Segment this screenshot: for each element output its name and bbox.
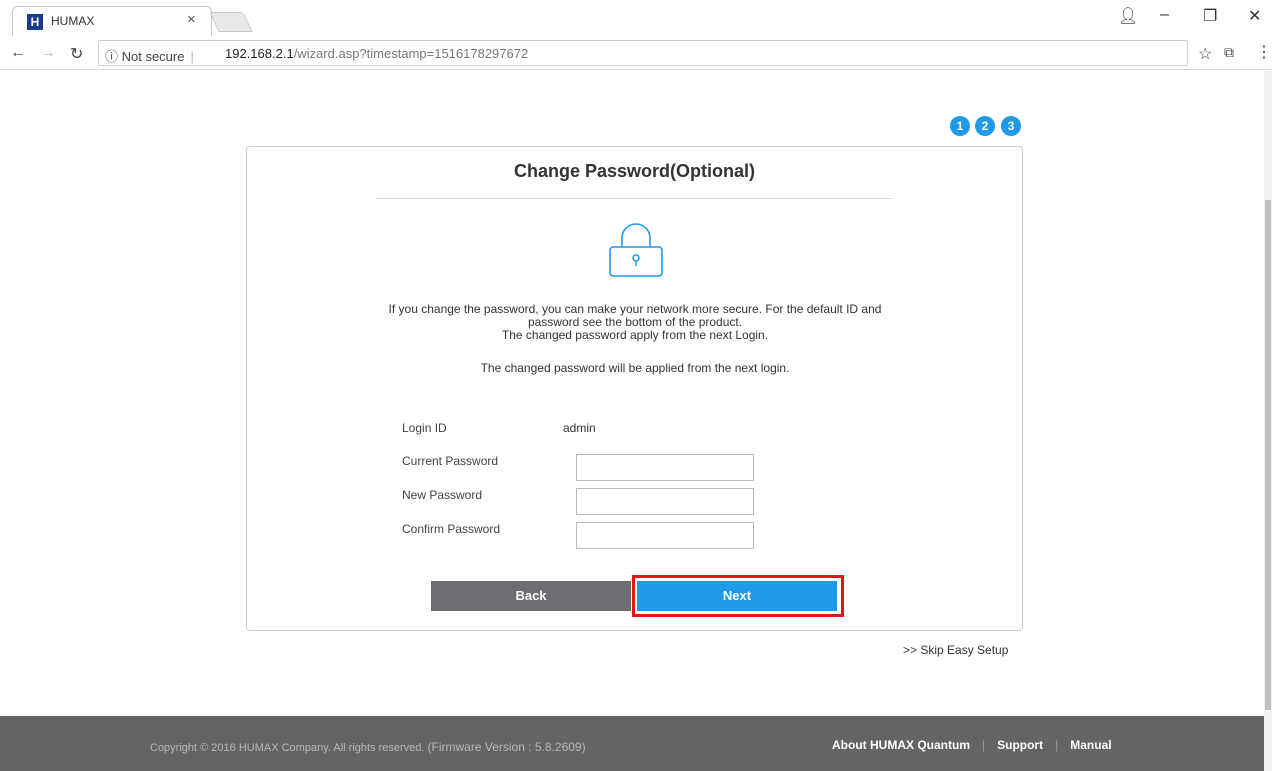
tab-title: HUMAX [51,14,95,28]
login-id-label: Login ID [402,421,447,435]
new-tab-button[interactable] [209,12,253,32]
step-3-indicator: 3 [1001,116,1021,136]
address-bar[interactable]: ⓘ Not secure | 192.168.2.1/wizard.asp?tim… [98,40,1188,66]
cast-icon[interactable]: ⧉ [1224,44,1234,61]
skip-easy-setup-link[interactable]: >> Skip Easy Setup [903,643,1008,657]
footer-link-manual[interactable]: Manual [1070,738,1111,752]
scrollbar-thumb[interactable] [1265,200,1271,710]
current-password-label: Current Password [402,454,499,468]
lock-icon [609,223,663,277]
new-password-input[interactable] [576,488,754,515]
reload-icon[interactable]: ↻ [70,44,83,64]
confirm-password-label: Confirm Password [402,522,501,536]
note-text: The changed password will be applied fro… [480,361,790,375]
minimize-icon[interactable]: – [1160,6,1169,24]
close-window-icon[interactable]: ✕ [1248,6,1261,26]
tab-close-icon[interactable]: × [187,11,196,28]
title-divider [377,198,893,199]
footer-links: About HUMAX Quantum | Support | Manual [832,738,1112,752]
humax-favicon-icon: H [27,14,43,30]
back-button[interactable]: Back [431,581,631,611]
page-title: Change Password(Optional) [513,161,756,181]
account-icon[interactable]: 👤︎ [1118,6,1138,26]
description-text: If you change the password, you can make… [388,302,882,342]
star-icon[interactable]: ☆ [1198,44,1212,64]
next-button-highlight [632,575,844,617]
page-footer: Copyright © 2016 HUMAX Company. All righ… [0,716,1264,771]
new-password-label: New Password [402,488,483,502]
restore-icon[interactable]: ❐ [1203,6,1217,26]
step-1-indicator: 1 [950,116,970,136]
back-arrow-icon[interactable]: ← [10,44,26,62]
menu-icon[interactable]: ⋮ [1256,42,1272,62]
forward-arrow-icon[interactable]: → [40,44,56,62]
url-text[interactable]: 192.168.2.1/wizard.asp?timestamp=1516178… [225,46,528,61]
browser-tabbar: H HUMAX × 👤︎ – ❐ ✕ [0,0,1272,36]
copyright-text: Copyright © 2016 HUMAX Company. All righ… [150,740,586,754]
footer-link-support[interactable]: Support [997,738,1043,752]
current-password-input[interactable] [576,454,754,481]
browser-toolbar: ← → ↻ ⓘ Not secure | 192.168.2.1/wizard.a… [0,36,1272,70]
security-indicator[interactable]: ⓘ Not secure | [105,46,200,65]
login-id-value: admin [563,421,596,435]
footer-link-about[interactable]: About HUMAX Quantum [832,738,970,752]
step-2-indicator: 2 [975,116,995,136]
browser-tab[interactable]: H HUMAX × [12,6,212,36]
confirm-password-input[interactable] [576,522,754,549]
change-password-card: Change Password(Optional) If you change … [246,146,1023,631]
